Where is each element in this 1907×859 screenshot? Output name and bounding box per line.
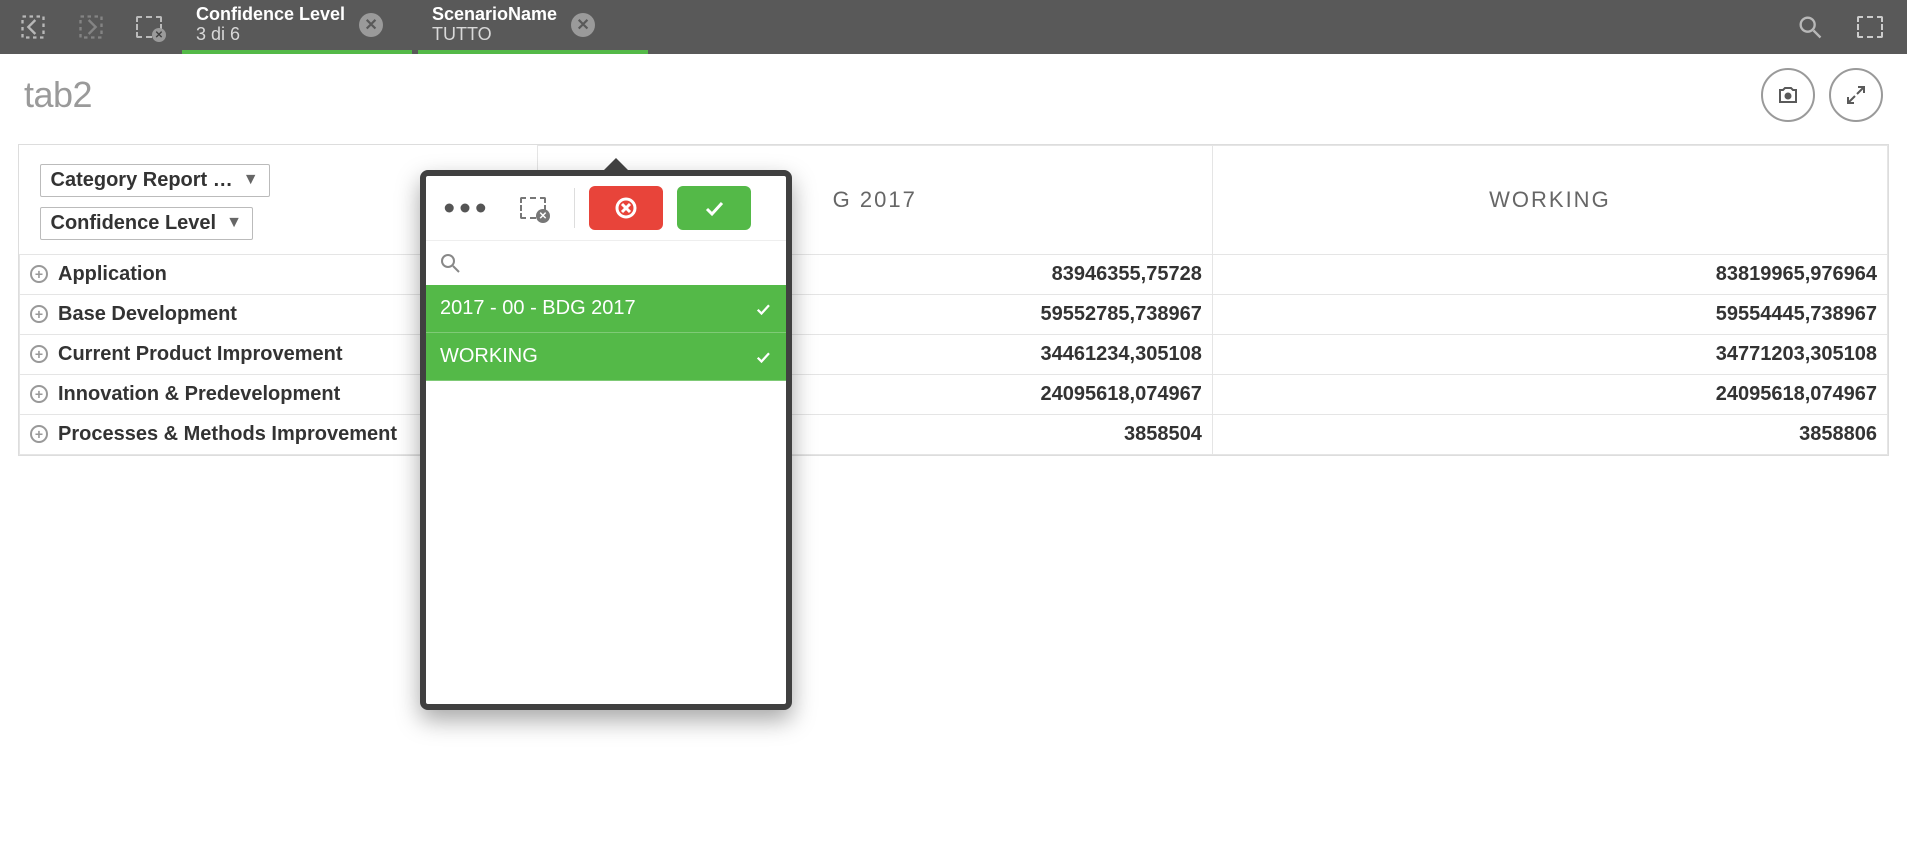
selection-pill-detail: TUTTO (432, 25, 557, 45)
clear-all-selections-icon[interactable]: ✕ (134, 12, 164, 42)
table-row: +Application83946355,7572883819965,97696… (20, 254, 1888, 294)
value-cell: 83819965,976964 (1212, 254, 1887, 294)
close-icon[interactable]: ✕ (359, 13, 383, 37)
selections-toolbar: ✕ Confidence Level 3 di 6 ✕ ScenarioName… (0, 0, 1907, 54)
table-row: +Current Product Improvement34461234,305… (20, 334, 1888, 374)
selection-popup-toolbar: ✕ (426, 176, 786, 241)
expand-icon[interactable]: + (30, 345, 48, 363)
selections-nav: ✕ (0, 0, 182, 54)
confirm-button[interactable] (677, 186, 751, 230)
selection-pill-confidence-level[interactable]: Confidence Level 3 di 6 ✕ (182, 0, 412, 54)
expand-icon[interactable]: + (30, 265, 48, 283)
close-icon[interactable]: ✕ (571, 13, 595, 37)
cancel-button[interactable] (589, 186, 663, 230)
selection-list: 2017 - 00 - BDG 2017WORKING (426, 285, 786, 704)
expand-icon[interactable]: + (30, 305, 48, 323)
table-row: +Base Development59552785,73896759554445… (20, 294, 1888, 334)
fullscreen-button[interactable] (1829, 68, 1883, 122)
dimension-chip-confidence[interactable]: Confidence Level ▼ (40, 207, 253, 240)
chevron-down-icon: ▼ (243, 171, 259, 189)
selections-tool-icon[interactable] (1855, 12, 1885, 42)
selection-search[interactable] (426, 241, 786, 285)
active-selections: Confidence Level 3 di 6 ✕ ScenarioName T… (182, 0, 1773, 54)
dimension-chip-label: Confidence Level (51, 212, 217, 235)
chevron-down-icon: ▼ (226, 214, 242, 232)
value-cell: 34771203,305108 (1212, 334, 1887, 374)
search-icon[interactable] (1795, 12, 1825, 42)
value-cell: 24095618,074967 (1212, 374, 1887, 414)
selection-list-item[interactable]: 2017 - 00 - BDG 2017 (426, 285, 786, 333)
column-header[interactable]: WORKING (1212, 146, 1887, 255)
dimension-chip-category[interactable]: Category Report … ▼ (40, 164, 270, 197)
snapshot-button[interactable] (1761, 68, 1815, 122)
sheet-actions (1761, 68, 1883, 122)
step-back-icon[interactable] (18, 12, 48, 42)
pivot-grid: Category Report … ▼ Confidence Level ▼ G… (19, 145, 1888, 455)
sheet-header: tab2 (0, 54, 1907, 126)
expand-icon[interactable]: + (30, 425, 48, 443)
selection-pill-title: Confidence Level (196, 5, 345, 25)
selection-pill-scenarioname[interactable]: ScenarioName TUTTO ✕ (418, 0, 648, 54)
value-cell: 3858806 (1212, 414, 1887, 454)
more-menu-icon[interactable] (438, 188, 492, 228)
selection-pill-title: ScenarioName (432, 5, 557, 25)
expand-icon[interactable]: + (30, 385, 48, 403)
divider (574, 188, 575, 228)
table-row: +Innovation & Predevelopment24095618,074… (20, 374, 1888, 414)
toolbar-right (1773, 0, 1907, 54)
step-forward-icon[interactable] (76, 12, 106, 42)
value-cell: 59554445,738967 (1212, 294, 1887, 334)
pivot-table: Category Report … ▼ Confidence Level ▼ G… (18, 144, 1889, 456)
sheet-title: tab2 (24, 74, 92, 116)
selection-list-item[interactable]: WORKING (426, 333, 786, 381)
clear-selection-icon[interactable]: ✕ (506, 188, 560, 228)
table-row: +Processes & Methods Improvement38585043… (20, 414, 1888, 454)
dimension-chip-label: Category Report … (51, 169, 233, 192)
selection-pill-detail: 3 di 6 (196, 25, 345, 45)
selection-popup: ✕ 2017 - 00 - BDG 2017WORKING (420, 170, 792, 710)
